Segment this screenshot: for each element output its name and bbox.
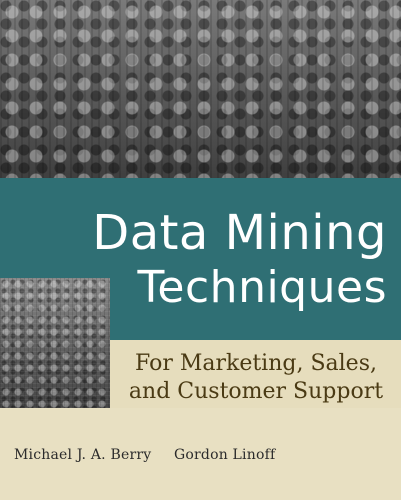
title-line-2: Techniques [137,262,387,313]
book-cover: Data Mining Techniques For Marketing, Sa… [0,0,401,500]
subtitle-line-1: For Marketing, Sales, [135,351,377,376]
title-line-1: Data Mining [92,205,387,261]
subtitle-line-2: and Customer Support [128,379,384,404]
crowd-photo-top [0,0,401,178]
subtitle: For Marketing, Sales, and Customer Suppo… [120,350,392,406]
author-2: Gordon Linoff [174,447,276,463]
author-1: Michael J. A. Berry [14,447,152,463]
crowd-photo-left [0,278,110,408]
authors: Michael J. A. Berry Gordon Linoff [14,447,275,463]
